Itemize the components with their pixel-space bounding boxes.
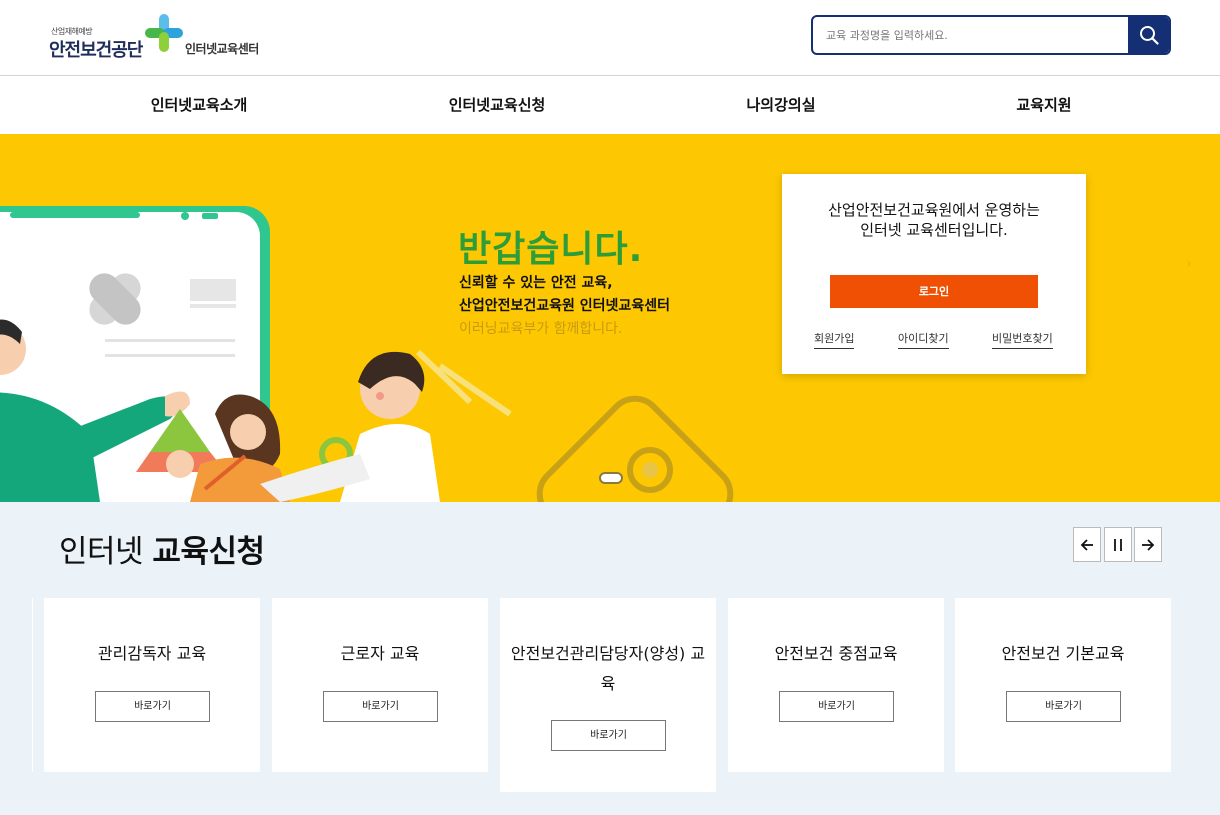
find-id-link[interactable]: 아이디찾기 <box>898 330 949 349</box>
arrow-right-icon <box>1142 538 1155 551</box>
course-section: 인터넷 교육신청 관리감독자 교육 바로가기 근로자 교육 바로가기 안전보건관… <box>0 502 1220 815</box>
arrow-left-icon <box>1080 538 1093 551</box>
course-go-button[interactable]: 바로가기 <box>1006 691 1121 722</box>
main-nav: 인터넷교육소개 인터넷교육신청 나의강의실 교육지원 <box>0 76 1220 134</box>
login-description: 산업안전보건교육원에서 운영하는 인터넷 교육센터입니다. <box>782 200 1086 240</box>
find-password-link[interactable]: 비밀번호찾기 <box>992 330 1053 349</box>
hero-title: 반갑습니다. <box>458 229 644 270</box>
course-go-button[interactable]: 바로가기 <box>779 691 894 722</box>
logo-title: 안전보건공단 <box>49 40 143 61</box>
site-logo[interactable]: 산업재해예방 안전보건공단 인터넷교육센터 <box>49 14 279 62</box>
course-card-title: 관리감독자 교육 <box>97 644 207 663</box>
login-card: 산업안전보건교육원에서 운영하는 인터넷 교육센터입니다. 로그인 회원가입 아… <box>782 174 1086 374</box>
hero-subtitle-line-3: 이러닝교육부가 함께합니다. <box>459 321 623 337</box>
logo-cross-icon <box>145 14 183 52</box>
pause-icon <box>1114 538 1122 551</box>
signup-link[interactable]: 회원가입 <box>814 330 855 349</box>
hero-illustration <box>0 206 734 502</box>
nav-item-intro[interactable]: 인터넷교육소개 <box>151 76 248 134</box>
search-input[interactable] <box>813 17 1131 53</box>
course-card: 안전보건 중점교육 바로가기 <box>728 598 944 772</box>
course-card: 안전보건관리담당자(양성) 교육 바로가기 <box>500 598 716 792</box>
nav-item-my-classroom[interactable]: 나의강의실 <box>746 76 815 134</box>
search-icon <box>1139 26 1159 45</box>
logo-subtitle: 인터넷교육센터 <box>185 42 259 56</box>
search-box <box>811 15 1171 55</box>
login-description-line-1: 산업안전보건교육원에서 운영하는 <box>828 201 1040 219</box>
carousel-edge <box>32 598 33 772</box>
section-title-bold: 교육신청 <box>152 534 265 570</box>
hero-banner: 반갑습니다. 신뢰할 수 있는 안전 교육, 산업안전보건교육원 인터넷교육센터… <box>0 134 1220 502</box>
course-card-title: 안전보건 중점교육 <box>774 644 898 663</box>
slide-indicator[interactable] <box>599 472 623 484</box>
course-card: 안전보건 기본교육 바로가기 <box>955 598 1171 772</box>
course-card-title: 근로자 교육 <box>340 644 420 663</box>
login-button[interactable]: 로그인 <box>830 275 1038 308</box>
hero-subtitle-line-1: 신뢰할 수 있는 안전 교육, <box>459 275 613 291</box>
carousel-next-button[interactable] <box>1134 527 1162 562</box>
course-go-button[interactable]: 바로가기 <box>551 720 666 751</box>
course-card-title: 안전보건 기본교육 <box>1001 644 1125 663</box>
course-card: 관리감독자 교육 바로가기 <box>44 598 260 772</box>
course-go-button[interactable]: 바로가기 <box>323 691 438 722</box>
nav-item-support[interactable]: 교육지원 <box>1016 76 1071 134</box>
search-button[interactable] <box>1128 17 1169 53</box>
course-go-button[interactable]: 바로가기 <box>95 691 210 722</box>
carousel-prev-button[interactable] <box>1073 527 1101 562</box>
hero-subtitle-line-2: 산업안전보건교육원 인터넷교육센터 <box>459 298 670 314</box>
course-card: 근로자 교육 바로가기 <box>272 598 488 772</box>
section-title-normal: 인터넷 <box>59 534 153 570</box>
site-header: 산업재해예방 안전보건공단 인터넷교육센터 <box>0 0 1220 76</box>
course-card-title: 안전보건관리담당자(양성) 교육 <box>510 644 706 693</box>
nav-item-apply[interactable]: 인터넷교육신청 <box>449 76 546 134</box>
login-description-line-2: 인터넷 교육센터입니다. <box>860 221 1008 239</box>
slide-next-icon[interactable]: › <box>1186 256 1192 272</box>
carousel-pause-button[interactable] <box>1104 527 1132 562</box>
section-title: 인터넷 교육신청 <box>59 526 265 571</box>
